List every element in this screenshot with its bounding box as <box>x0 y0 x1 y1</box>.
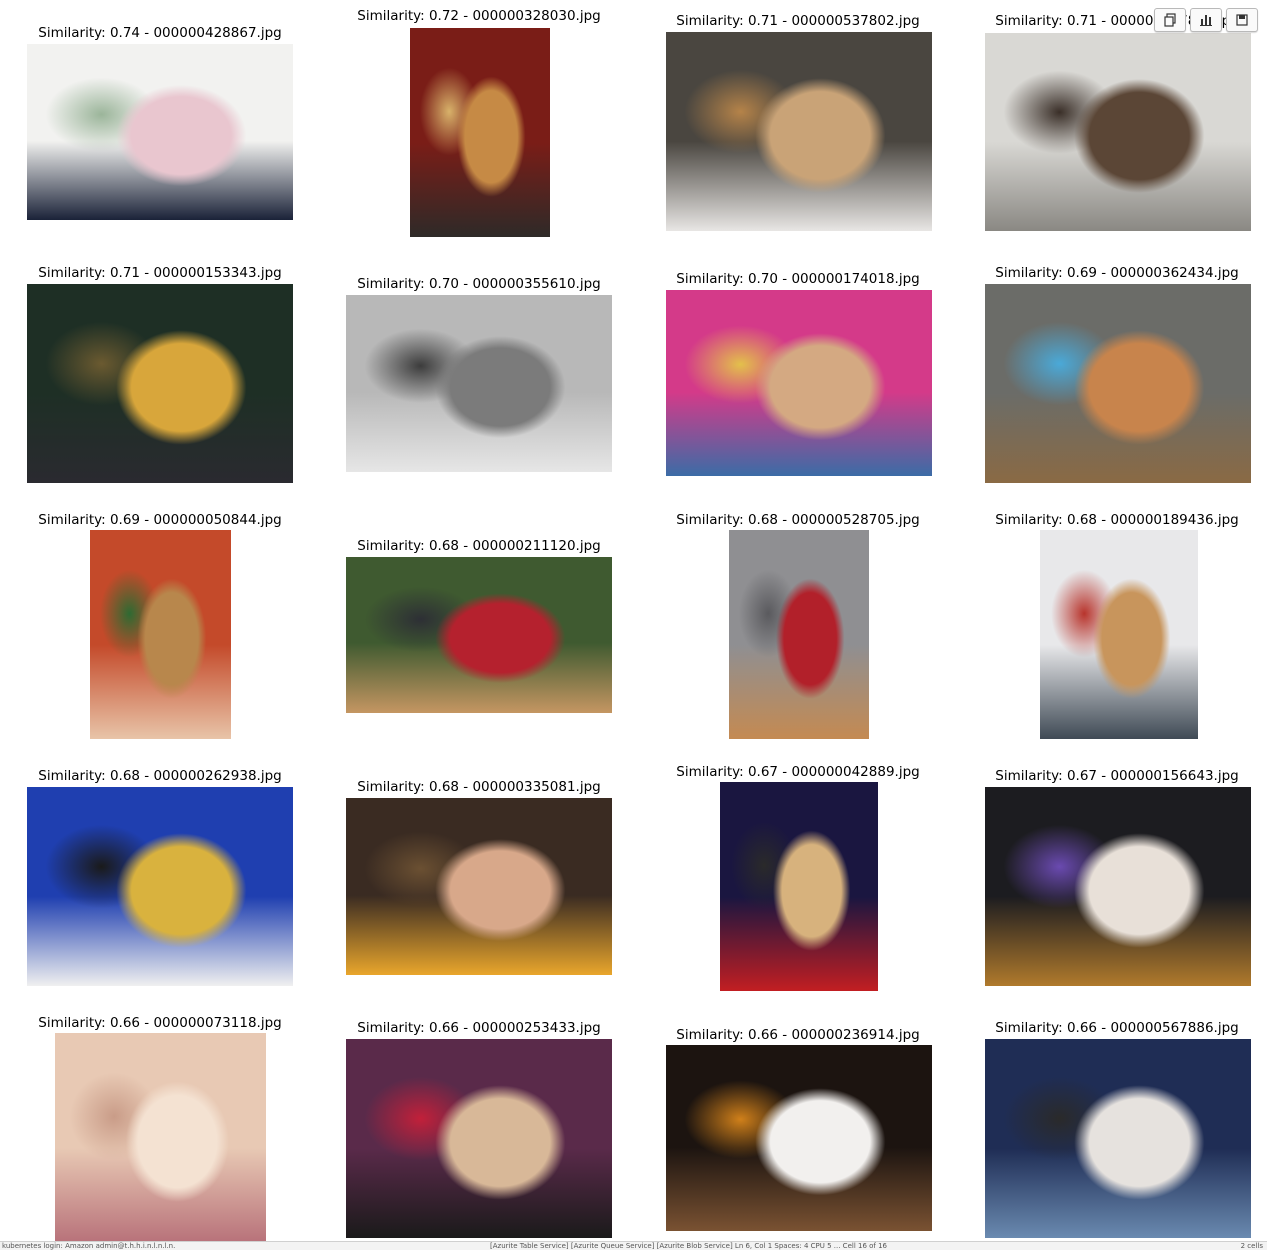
result-thumbnail <box>55 1033 266 1242</box>
copy-output-button[interactable] <box>1154 8 1186 32</box>
copy-icon <box>1164 13 1176 27</box>
status-left-text: kubernetes login: Amazon admin@t.h.h.i.n… <box>2 1242 176 1250</box>
result-caption: Similarity: 0.74 - 000000428867.jpg <box>38 25 282 41</box>
result-caption: Similarity: 0.68 - 000000528705.jpg <box>676 512 920 528</box>
results-grid: Similarity: 0.74 - 000000428867.jpg Simil… <box>0 0 1267 1242</box>
result-thumbnail <box>27 284 293 483</box>
result-thumbnail <box>346 295 612 472</box>
result-caption: Similarity: 0.67 - 000000042889.jpg <box>676 764 920 780</box>
save-output-button[interactable] <box>1226 8 1258 32</box>
result-thumbnail <box>27 787 293 986</box>
result-caption: Similarity: 0.72 - 000000328030.jpg <box>357 8 601 24</box>
result-thumbnail <box>346 798 612 975</box>
result-thumbnail <box>346 557 612 713</box>
result-thumbnail <box>27 44 293 220</box>
result-thumbnail <box>985 787 1251 986</box>
status-mid-text: [Azurite Table Service] [Azurite Queue S… <box>490 1242 887 1250</box>
result-thumbnail <box>1040 530 1198 739</box>
result-thumbnail <box>666 290 932 476</box>
result-thumbnail <box>666 32 932 231</box>
output-toolbar <box>1154 8 1258 32</box>
result-thumbnail <box>410 28 550 237</box>
save-icon <box>1236 14 1248 26</box>
result-caption: Similarity: 0.66 - 000000236914.jpg <box>676 1027 920 1043</box>
result-caption: Similarity: 0.68 - 000000262938.jpg <box>38 768 282 784</box>
result-thumbnail <box>985 33 1251 231</box>
result-caption: Similarity: 0.66 - 000000567886.jpg <box>995 1020 1239 1036</box>
result-caption: Similarity: 0.70 - 000000174018.jpg <box>676 271 920 287</box>
result-caption: Similarity: 0.71 - 000000153343.jpg <box>38 265 282 281</box>
result-caption: Similarity: 0.68 - 000000211120.jpg <box>357 538 601 554</box>
result-caption: Similarity: 0.67 - 000000156643.jpg <box>995 768 1239 784</box>
result-caption: Similarity: 0.66 - 000000253433.jpg <box>357 1020 601 1036</box>
result-caption: Similarity: 0.69 - 000000362434.jpg <box>995 265 1239 281</box>
result-thumbnail <box>720 782 878 991</box>
result-thumbnail <box>729 530 869 739</box>
bar-chart-icon <box>1200 15 1212 26</box>
chart-view-button[interactable] <box>1190 8 1222 32</box>
result-thumbnail <box>90 530 231 739</box>
result-thumbnail <box>985 284 1251 483</box>
status-right-text: 2 cells <box>1240 1242 1263 1250</box>
result-caption: Similarity: 0.69 - 000000050844.jpg <box>38 512 282 528</box>
result-caption: Similarity: 0.66 - 000000073118.jpg <box>38 1015 282 1031</box>
result-caption: Similarity: 0.71 - 000000537802.jpg <box>676 13 920 29</box>
result-caption: Similarity: 0.70 - 000000355610.jpg <box>357 276 601 292</box>
result-thumbnail <box>666 1045 932 1231</box>
result-thumbnail <box>985 1039 1251 1238</box>
result-thumbnail <box>346 1039 612 1238</box>
result-caption: Similarity: 0.68 - 000000189436.jpg <box>995 512 1239 528</box>
result-caption: Similarity: 0.68 - 000000335081.jpg <box>357 779 601 795</box>
status-bar: kubernetes login: Amazon admin@t.h.h.i.n… <box>0 1241 1267 1250</box>
